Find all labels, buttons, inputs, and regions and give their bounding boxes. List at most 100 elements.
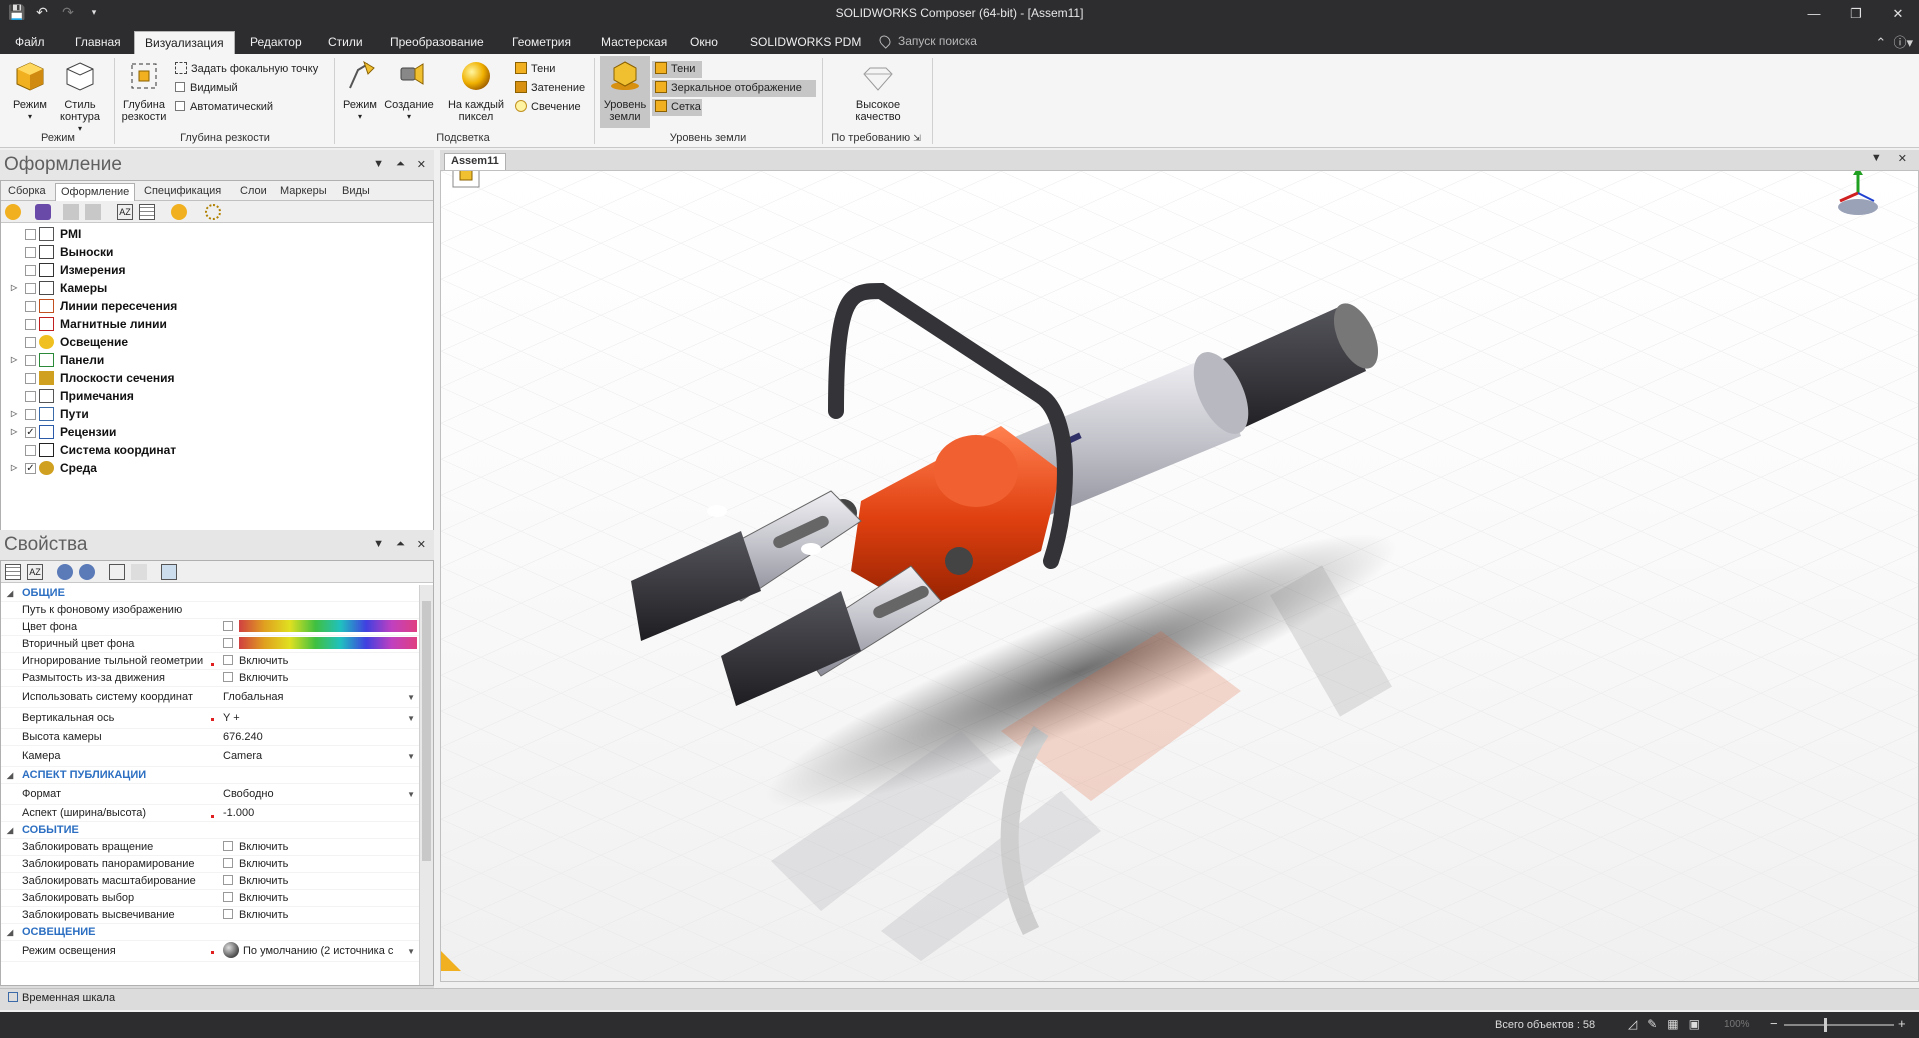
dropdown-arrow-icon[interactable]: ▼ <box>407 784 415 805</box>
tab-visualization[interactable]: Визуализация <box>134 31 235 54</box>
property-checkbox[interactable] <box>223 655 233 665</box>
ribbon-help-icons[interactable]: ⌃ ⓘ▾ <box>1875 32 1913 51</box>
tree-item[interactable]: Система координат <box>1 441 433 459</box>
high-quality-button[interactable]: Высокое качество <box>846 60 910 123</box>
zoom-in-icon[interactable]: + <box>1898 1016 1906 1031</box>
property-row[interactable]: Высота камеры 676.240 <box>1 729 421 746</box>
property-value[interactable]: 676.240 <box>223 729 417 746</box>
property-value[interactable]: Включить <box>223 890 417 907</box>
timeline-bar[interactable]: Временная шкала <box>0 988 1919 1010</box>
collapse-icon[interactable]: ◢ <box>7 924 13 941</box>
property-row[interactable]: Заблокировать панорамирование Включить <box>1 856 421 873</box>
property-value[interactable]: Включить <box>223 873 417 890</box>
props-scrollbar[interactable] <box>419 585 433 985</box>
zoom-out-icon[interactable]: − <box>1770 1016 1778 1031</box>
property-row[interactable]: Аспект (ширина/высота) -1.000 <box>1 805 421 822</box>
property-row[interactable]: Заблокировать выбор Включить <box>1 890 421 907</box>
zoom-slider[interactable] <box>1784 1024 1894 1026</box>
dof-visible-checkbox[interactable]: Видимый <box>172 80 241 97</box>
expand-icon[interactable]: ▷ <box>11 423 17 441</box>
doc-menu-icon[interactable]: ▼ <box>1871 152 1882 165</box>
3d-scene[interactable] <box>441 171 1919 982</box>
dof-auto-checkbox[interactable]: Автоматический <box>172 99 276 116</box>
tree-item[interactable]: Примечания <box>1 387 433 405</box>
tree-item[interactable]: ▷ Панели <box>1 351 433 369</box>
tree-item-checkbox[interactable] <box>25 445 36 456</box>
dropdown-arrow-icon[interactable]: ▼ <box>407 746 415 767</box>
property-value[interactable]: Camera <box>223 746 417 767</box>
color-swatch[interactable] <box>239 637 417 649</box>
property-value[interactable]: Глобальная <box>223 687 417 708</box>
settings-dots-icon[interactable] <box>205 204 221 220</box>
expand-icon[interactable]: ▷ <box>11 351 17 369</box>
move-up-icon[interactable] <box>63 204 79 220</box>
alphabetical-icon[interactable]: AZ <box>27 564 43 580</box>
tree-item-checkbox[interactable] <box>25 301 36 312</box>
tab-transform[interactable]: Преобразование <box>380 31 494 54</box>
glow-toggle[interactable]: Свечение <box>512 99 584 116</box>
collapse-icon[interactable]: ◢ <box>7 822 13 839</box>
property-value[interactable]: -1.000 <box>223 805 417 822</box>
tab-home[interactable]: Главная <box>65 31 131 54</box>
property-value[interactable]: Включить <box>223 856 417 873</box>
property-value[interactable]: Y + <box>223 708 417 729</box>
tree-item-checkbox[interactable] <box>25 229 36 240</box>
tree-item[interactable]: ▷ Пути <box>1 405 433 423</box>
collapse-icon[interactable]: ◢ <box>7 767 13 784</box>
tree-item-checkbox[interactable] <box>25 319 36 330</box>
tab-workshop[interactable]: Мастерская <box>591 31 677 54</box>
property-row[interactable]: Размытость из-за движения Включить <box>1 670 421 687</box>
tab-geometry[interactable]: Геометрия <box>502 31 581 54</box>
per-pixel-button[interactable]: На каждый пиксел <box>444 60 508 123</box>
props-section[interactable]: ◢ СОБЫТИЕ <box>1 822 421 839</box>
set-focal-point-button[interactable]: Задать фокальную точку <box>172 61 321 78</box>
property-value[interactable]: Включить <box>223 907 417 924</box>
minimize-button[interactable]: — <box>1793 0 1835 27</box>
property-row[interactable]: Игнорирование тыльной геометрии Включить <box>1 653 421 670</box>
tab-editor[interactable]: Редактор <box>240 31 312 54</box>
tab-styles[interactable]: Стили <box>318 31 373 54</box>
props-section[interactable]: ◢ ОБЩИЕ <box>1 585 421 602</box>
light-add-icon[interactable] <box>171 204 187 220</box>
lighting-mode-button[interactable]: Режим ▾ <box>338 60 382 123</box>
tree-item[interactable]: Измерения <box>1 261 433 279</box>
tab-file[interactable]: Файл <box>5 31 55 54</box>
subtab-views[interactable]: Виды <box>337 183 375 201</box>
edit-icon[interactable] <box>131 564 147 580</box>
dropdown-arrow-icon[interactable]: ▼ <box>407 941 415 962</box>
properties-icon[interactable] <box>161 564 177 580</box>
tab-pdm[interactable]: SOLIDWORKS PDM <box>740 31 871 54</box>
tree-item[interactable]: Линии пересечения <box>1 297 433 315</box>
property-row[interactable]: Заблокировать высвечивание Включить <box>1 907 421 924</box>
tree-item[interactable]: Магнитные линии <box>1 315 433 333</box>
property-row[interactable]: Цвет фона <box>1 619 421 636</box>
unlink-icon[interactable] <box>79 564 95 580</box>
property-checkbox[interactable] <box>223 892 233 902</box>
property-row[interactable]: Камера Camera ▼ <box>1 746 421 767</box>
property-value[interactable]: Включить <box>223 839 417 856</box>
expand-icon[interactable]: ▷ <box>11 459 17 477</box>
dropdown-arrow-icon[interactable]: ▼ <box>407 708 415 729</box>
subtab-design[interactable]: Оформление <box>55 183 136 201</box>
categorized-icon[interactable] <box>5 564 21 580</box>
reset-icon[interactable] <box>109 564 125 580</box>
render-mode-button[interactable]: Режим ▾ <box>8 60 52 123</box>
property-row[interactable]: Вертикальная ось Y + ▼ <box>1 708 421 729</box>
property-value[interactable] <box>223 636 417 653</box>
property-value[interactable]: Включить <box>223 653 417 670</box>
ground-shadows-toggle[interactable]: Тени <box>652 61 702 78</box>
tree-item[interactable]: Освещение <box>1 333 433 351</box>
property-value[interactable]: Включить <box>223 670 417 687</box>
property-checkbox[interactable] <box>223 672 233 682</box>
property-value[interactable] <box>223 619 417 636</box>
tree-item[interactable]: ▷ Камеры <box>1 279 433 297</box>
tree-item[interactable]: Плоскости сечения <box>1 369 433 387</box>
dropdown-arrow-icon[interactable]: ▼ <box>407 687 415 708</box>
sort-az-icon[interactable]: AZ <box>117 204 133 220</box>
tree-item[interactable]: PMI <box>1 225 433 243</box>
tree-item-checkbox[interactable] <box>25 391 36 402</box>
property-row[interactable]: Заблокировать масштабирование Включить <box>1 873 421 890</box>
maximize-button[interactable]: ❐ <box>1835 0 1877 27</box>
3d-viewport[interactable] <box>440 170 1919 982</box>
link-icon[interactable] <box>57 564 73 580</box>
